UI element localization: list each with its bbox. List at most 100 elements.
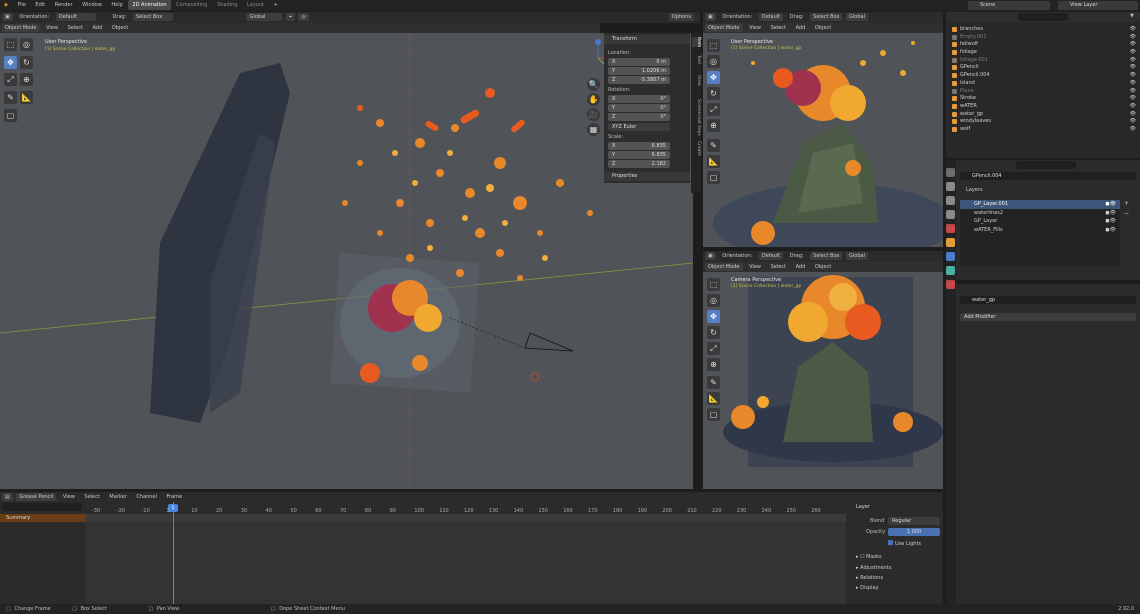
zoom-icon[interactable]: 🔍 bbox=[587, 78, 600, 91]
tr-menu-view[interactable]: View bbox=[746, 24, 764, 32]
tr-annotate-tool[interactable]: ✎ bbox=[707, 139, 720, 152]
filter-icon[interactable]: ▼ bbox=[1130, 13, 1134, 19]
br-move-tool[interactable]: ✥ bbox=[707, 310, 720, 323]
scale-y-field[interactable]: Y 6.835 bbox=[608, 151, 670, 159]
visibility-eye-icon[interactable]: ●👁 bbox=[1105, 217, 1116, 226]
rotation-x-field[interactable]: X 0° bbox=[608, 95, 670, 103]
adjustments-section[interactable]: ▸ Adjustments bbox=[856, 565, 891, 571]
layers-section-label[interactable]: Layers bbox=[966, 187, 983, 193]
br-scale-tool[interactable]: ⤢ bbox=[707, 342, 720, 355]
menu-window[interactable]: Window bbox=[78, 0, 106, 10]
cursor-tool-2[interactable]: ◎ bbox=[20, 38, 33, 51]
dopesheet-menu-frame[interactable]: Frame bbox=[163, 493, 185, 501]
props-search[interactable] bbox=[1016, 161, 1076, 169]
br-rotate-tool[interactable]: ↻ bbox=[707, 326, 720, 339]
tr-drag-dropdown[interactable]: Select Box bbox=[810, 13, 843, 21]
scene-selector[interactable]: Scene bbox=[968, 1, 1050, 10]
opacity-slider[interactable]: 1.000 bbox=[888, 528, 940, 536]
tr-object-mode-dropdown[interactable]: Object Mode bbox=[705, 24, 743, 32]
br-orientation-dropdown[interactable]: Default bbox=[758, 252, 784, 260]
output-props-icon[interactable] bbox=[946, 196, 955, 205]
properties-panel-header[interactable]: Properties bbox=[604, 172, 690, 181]
dopesheet-menu-channel[interactable]: Channel bbox=[133, 493, 160, 501]
br-add-cube-tool[interactable]: ▢ bbox=[707, 408, 720, 421]
visibility-eye-icon[interactable]: ●👁 bbox=[1105, 226, 1116, 235]
visibility-eye-icon[interactable]: 👁 bbox=[1130, 88, 1136, 96]
tab-screencast-keys[interactable]: Screencast Keys bbox=[692, 99, 701, 136]
main-menu-add[interactable]: Add bbox=[90, 24, 106, 32]
tr-move-tool[interactable]: ✥ bbox=[707, 71, 720, 84]
transform-panel-header[interactable]: Transform bbox=[604, 35, 690, 44]
render-props-icon[interactable] bbox=[946, 182, 955, 191]
tr-menu-add[interactable]: Add bbox=[793, 24, 809, 32]
outliner-item-foliage-001[interactable]: foliage.001 👁 bbox=[946, 57, 1140, 65]
br-menu-object[interactable]: Object bbox=[812, 263, 834, 271]
location-x-field[interactable]: X0 m bbox=[608, 58, 670, 66]
rotation-z-field[interactable]: Z 0° bbox=[608, 113, 670, 121]
location-z-field[interactable]: Z -5.3807 m bbox=[608, 76, 670, 84]
tr-menu-select[interactable]: Select bbox=[768, 24, 789, 32]
snap-icon[interactable]: ⌖ bbox=[286, 13, 295, 21]
outliner-item-wolf[interactable]: wolf 👁 bbox=[946, 126, 1140, 134]
br-global-dropdown[interactable]: Global bbox=[846, 252, 868, 260]
channel-search[interactable] bbox=[2, 503, 82, 511]
remove-layer-icon[interactable]: − bbox=[1124, 210, 1129, 217]
annotate-tool[interactable]: ✎ bbox=[4, 91, 17, 104]
visibility-eye-icon[interactable]: 👁 bbox=[1130, 49, 1136, 57]
measure-tool[interactable]: 📐 bbox=[20, 91, 33, 104]
tr-global-dropdown[interactable]: Global bbox=[846, 13, 868, 21]
drag-dropdown[interactable]: Select Box bbox=[132, 13, 173, 21]
outliner-item-plane[interactable]: Plane 👁 bbox=[946, 88, 1140, 96]
proportional-edit-icon[interactable]: ◎ bbox=[298, 13, 309, 21]
tr-orientation-dropdown[interactable]: Default bbox=[758, 13, 784, 21]
menu-help[interactable]: Help bbox=[107, 0, 126, 10]
outliner-item-island[interactable]: island 👁 bbox=[946, 80, 1140, 88]
scale-tool[interactable]: ⤢ bbox=[4, 73, 17, 86]
orientation-dropdown[interactable]: Default bbox=[55, 13, 96, 21]
visibility-eye-icon[interactable]: 👁 bbox=[1130, 26, 1136, 34]
layer-item[interactable]: waterlines2 ●👁 bbox=[960, 209, 1120, 218]
outliner-item-water[interactable]: wATER 👁 bbox=[946, 103, 1140, 111]
add-workspace-icon[interactable]: + bbox=[270, 0, 282, 10]
workspace-tab-2d-animation[interactable]: 2D Animation bbox=[128, 0, 171, 10]
rotate-tool[interactable]: ↻ bbox=[20, 56, 33, 69]
bottom-right-viewport[interactable]: Camera Perspective (1) Scene Collection … bbox=[703, 272, 943, 489]
tab-tool[interactable]: Tool bbox=[692, 55, 701, 64]
tr-select-tool-icon[interactable]: ▣ bbox=[705, 13, 716, 21]
menu-edit[interactable]: Edit bbox=[31, 0, 49, 10]
object-mode-dropdown[interactable]: Object Mode bbox=[2, 24, 40, 32]
scale-z-field[interactable]: Z 2.182 bbox=[608, 160, 670, 168]
cursor-tool[interactable]: ✥ bbox=[4, 56, 17, 69]
visibility-eye-icon[interactable]: 👁 bbox=[1130, 126, 1136, 134]
add-modifier-dropdown[interactable]: Add Modifier bbox=[960, 313, 1136, 321]
visibility-eye-icon[interactable]: 👁 bbox=[1130, 34, 1136, 42]
tr-select-box-tool[interactable]: ⬚ bbox=[707, 39, 720, 52]
dopesheet-keyframe-area[interactable]: 1 bbox=[86, 502, 846, 604]
workspace-tab-layout[interactable]: Layout bbox=[243, 0, 268, 10]
top-right-viewport[interactable]: User Perspective (1) Scene Collection | … bbox=[703, 33, 943, 247]
location-y-field[interactable]: Y 1.0206 m bbox=[608, 67, 670, 75]
tr-rotate-tool[interactable]: ↻ bbox=[707, 87, 720, 100]
grease-pencil-mode-dropdown[interactable]: Grease Pencil bbox=[16, 493, 57, 501]
outliner-item-empty[interactable]: Empty.001 👁 bbox=[946, 34, 1140, 42]
transform-orientation-dropdown[interactable]: Global bbox=[246, 13, 283, 21]
modifier-object-selector[interactable]: water_gp bbox=[960, 296, 1136, 304]
outliner-item-water-gp[interactable]: water_gp 👁 bbox=[946, 111, 1140, 119]
rotation-mode-dropdown[interactable]: XYZ Euler bbox=[608, 123, 670, 131]
use-lights-checkbox[interactable]: Use Lights bbox=[888, 540, 921, 547]
rotation-y-field[interactable]: Y 0° bbox=[608, 104, 670, 112]
visibility-eye-icon[interactable]: 👁 bbox=[1130, 64, 1136, 72]
tab-item[interactable]: Item bbox=[692, 37, 701, 48]
visibility-eye-icon[interactable]: ●👁 bbox=[1105, 209, 1116, 218]
data-props-icon[interactable] bbox=[946, 266, 955, 275]
dopesheet-menu-view[interactable]: View bbox=[60, 493, 78, 501]
masks-section[interactable]: ▸ ☐ Masks bbox=[856, 554, 882, 560]
br-transform-tool[interactable]: ⊕ bbox=[707, 358, 720, 371]
blend-dropdown[interactable]: Regular bbox=[888, 517, 940, 525]
outliner-item-foliage[interactable]: foliage 👁 bbox=[946, 49, 1140, 57]
summary-channel[interactable]: Summary bbox=[0, 514, 86, 522]
world-props-icon[interactable] bbox=[946, 224, 955, 233]
relations-section[interactable]: ▸ Relations bbox=[856, 575, 883, 581]
visibility-eye-icon[interactable]: ●👁 bbox=[1105, 200, 1116, 209]
br-annotate-tool[interactable]: ✎ bbox=[707, 376, 720, 389]
